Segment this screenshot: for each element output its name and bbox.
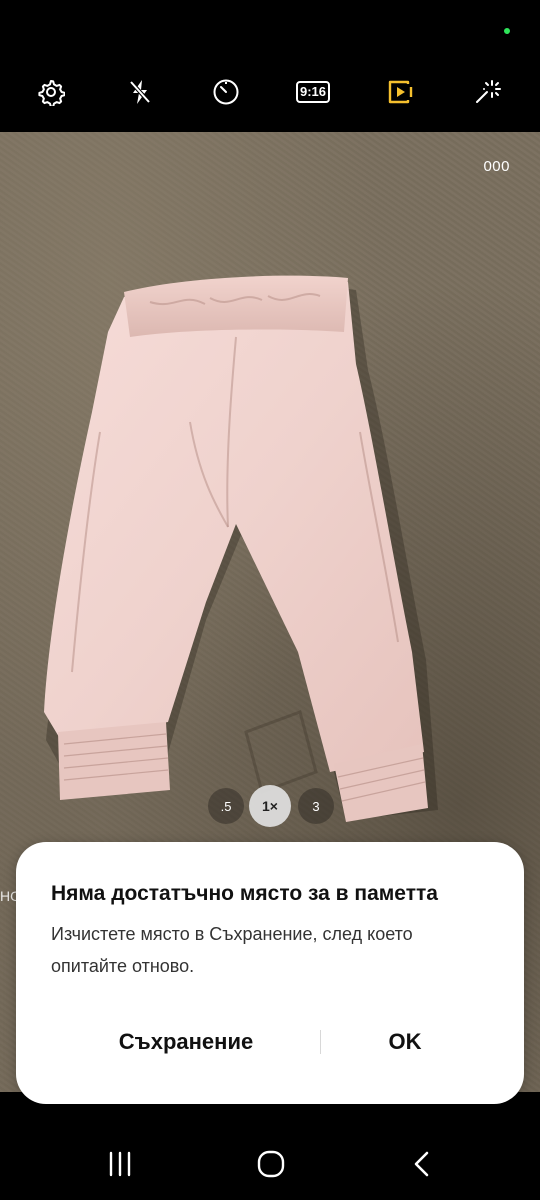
aspect-ratio-button[interactable]: 9:16 xyxy=(291,70,335,114)
dialog-button-divider xyxy=(320,1030,321,1054)
aspect-ratio-icon: 9:16 xyxy=(295,81,331,103)
filters-button[interactable] xyxy=(465,70,509,114)
timer-button[interactable] xyxy=(204,70,248,114)
recent-apps-icon xyxy=(109,1151,131,1177)
zoom-selector: .5 1× 3 xyxy=(200,784,340,828)
zoom-option-3[interactable]: 3 xyxy=(298,788,334,824)
timer-icon xyxy=(213,79,239,105)
motion-photo-button[interactable] xyxy=(379,70,423,114)
recent-apps-button[interactable] xyxy=(96,1142,144,1186)
camera-toolbar: 9:16 xyxy=(0,60,540,132)
zoom-option-0-5[interactable]: .5 xyxy=(208,788,244,824)
home-button[interactable] xyxy=(247,1142,295,1186)
ok-button[interactable]: OK xyxy=(322,1018,488,1066)
dialog-actions: Съхранение OK xyxy=(16,1018,524,1066)
filter-wand-icon xyxy=(476,80,501,103)
zoom-option-1x[interactable]: 1× xyxy=(249,785,291,827)
status-bar xyxy=(0,0,540,60)
privacy-indicator-dot xyxy=(504,28,510,34)
storage-button[interactable]: Съхранение xyxy=(72,1018,300,1066)
storage-warning-dialog: Няма достатъчно място за в паметта Изчис… xyxy=(16,842,524,1104)
settings-button[interactable] xyxy=(29,70,73,114)
back-icon xyxy=(414,1151,429,1177)
motion-photo-icon xyxy=(388,80,413,104)
back-button[interactable] xyxy=(398,1142,446,1186)
navigation-bar xyxy=(0,1128,540,1200)
home-icon xyxy=(257,1150,285,1178)
flash-off-icon xyxy=(129,80,151,104)
photo-counter: 000 xyxy=(483,158,510,175)
flash-button[interactable] xyxy=(118,70,162,114)
gear-icon xyxy=(38,80,65,106)
dialog-message: Изчистете място в Съхранение, след което… xyxy=(51,924,413,976)
dialog-title: Няма достатъчно място за в паметта xyxy=(51,882,438,905)
